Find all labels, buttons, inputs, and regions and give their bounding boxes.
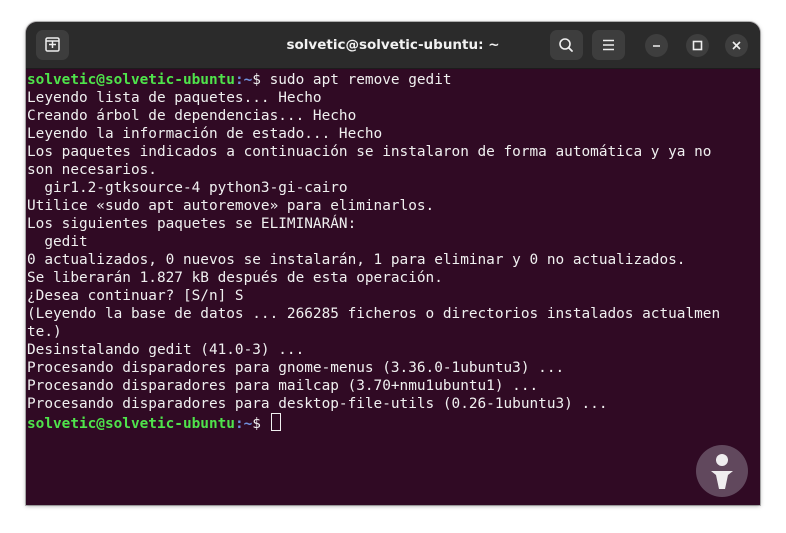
prompt-symbol: $	[252, 72, 270, 88]
prompt-separator: :	[234, 72, 244, 88]
output-line: son necesarios.	[27, 162, 157, 178]
output-line: Los paquetes indicados a continuación se…	[27, 144, 712, 160]
output-line: Procesando disparadores para mailcap (3.…	[27, 378, 539, 394]
prompt-separator: :	[234, 416, 244, 432]
output-line: gedit	[27, 234, 88, 250]
close-icon	[732, 41, 741, 50]
output-line: Procesando disparadores para desktop-fil…	[27, 396, 608, 412]
output-line: (Leyendo la base de datos ... 266285 fic…	[27, 306, 721, 322]
close-button[interactable]	[725, 34, 748, 57]
prompt-user: solvetic@solvetic-ubuntu	[27, 416, 235, 432]
command-text: sudo apt remove gedit	[269, 72, 452, 88]
output-line: Desinstalando gedit (41.0-3) ...	[27, 342, 305, 358]
maximize-button[interactable]	[686, 34, 709, 57]
text-cursor	[270, 413, 281, 431]
prompt-user: solvetic@solvetic-ubuntu	[27, 72, 235, 88]
command-line: solvetic@solvetic-ubuntu:~$ sudo apt rem…	[27, 71, 760, 89]
output-line: Leyendo lista de paquetes... Hecho	[27, 90, 322, 106]
minimize-icon	[653, 45, 660, 47]
output-line: ¿Desea continuar? [S/n] S	[27, 288, 244, 304]
output-line: te.)	[27, 324, 62, 340]
output-line: Creando árbol de dependencias... Hecho	[27, 108, 357, 124]
output-line: Procesando disparadores para gnome-menus…	[27, 360, 565, 376]
title-bar[interactable]: solvetic@solvetic-ubuntu: ~	[26, 22, 760, 69]
terminal-output-area[interactable]: solvetic@solvetic-ubuntu:~$ sudo apt rem…	[26, 69, 760, 505]
search-button[interactable]	[550, 30, 583, 60]
prompt-path: ~	[243, 72, 253, 88]
terminal-window: solvetic@solvetic-ubuntu: ~ solvetic@sol…	[26, 22, 760, 505]
search-icon	[559, 38, 573, 52]
output-line: Los siguientes paquetes se ELIMINARÁN:	[27, 216, 357, 232]
minimize-button[interactable]	[645, 34, 668, 57]
hamburger-menu-icon	[603, 39, 614, 51]
output-line: Utilice «sudo apt autoremove» para elimi…	[27, 198, 435, 214]
person-logo-icon	[711, 454, 733, 489]
maximize-icon	[692, 40, 703, 51]
output-line: Leyendo la información de estado... Hech…	[27, 126, 383, 142]
output-line: Se liberarán 1.827 kB después de esta op…	[27, 270, 443, 286]
output-line: 0 actualizados, 0 nuevos se instalarán, …	[27, 252, 686, 268]
menu-button[interactable]	[592, 30, 625, 60]
output-line: gir1.2-gtksource-4 python3-gi-cairo	[27, 180, 348, 196]
prompt-symbol: $	[252, 416, 270, 432]
watermark-logo	[696, 445, 748, 497]
prompt-path: ~	[243, 416, 253, 432]
active-prompt-line[interactable]: solvetic@solvetic-ubuntu:~$	[27, 413, 760, 432]
